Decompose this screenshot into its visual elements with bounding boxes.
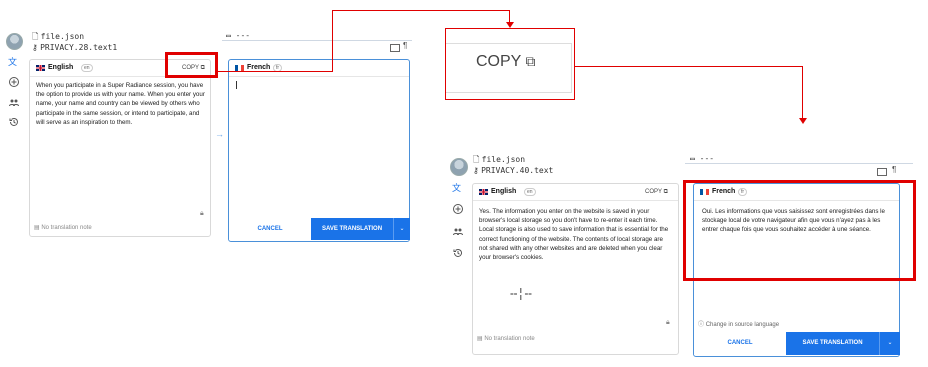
file-name-2: file.json <box>481 155 526 164</box>
uk-flag-icon-2 <box>479 189 488 195</box>
save-options-dropdown-2[interactable]: ⌄ <box>879 332 900 355</box>
save-options-dropdown[interactable]: ⌄ <box>393 218 410 240</box>
keyboard-icon[interactable] <box>390 44 400 52</box>
translation-note-2[interactable]: ▤ No translation note <box>477 335 535 342</box>
file-path-row: ⚷ PRIVACY.28.text1 <box>32 43 117 52</box>
avatar-2[interactable] <box>450 158 468 176</box>
translate-icon-2[interactable]: 文 <box>450 182 466 197</box>
save-translation-button-2[interactable]: SAVE TRANSLATION <box>786 332 879 355</box>
source-card-header-2: English en COPY ⧉ <box>473 184 678 201</box>
change-source-notice: ⓘ Change in source language <box>698 319 779 328</box>
connector-2-horizontal <box>575 66 803 67</box>
crosshair-cursor-icon: ╌╎╌ <box>510 287 532 301</box>
copy-icon-2: ⧉ <box>663 189 668 195</box>
file-icon: 🗋 <box>32 32 39 41</box>
source-card-2: English en COPY ⧉ Yes. The information y… <box>472 183 679 355</box>
source-card: English en COPY ⧉ When you participate i… <box>29 59 211 237</box>
copy-label-2: COPY <box>645 189 662 195</box>
file-icon-2: 🗋 <box>473 155 480 164</box>
key-icon-2: ⚷ <box>473 166 479 175</box>
lock-icon-2: 🔒︎ <box>666 319 670 326</box>
file-path-row-2: ⚷ PRIVACY.40.text <box>473 166 553 175</box>
connector-1-horizontal <box>332 10 510 11</box>
avatar[interactable] <box>6 33 23 50</box>
users-icon[interactable] <box>6 96 22 111</box>
zoom-copy-label: COPY <box>476 53 522 70</box>
connector-1-vertical <box>332 10 333 72</box>
target-language: French <box>247 64 271 71</box>
dashes-row-2: ▭ --- <box>690 154 714 163</box>
divider-line-2 <box>685 163 913 164</box>
arrow-right-icon: → <box>215 129 224 139</box>
connector-2-arrowhead <box>799 118 807 124</box>
left-rail: 文 <box>0 28 28 242</box>
dashes-label-2: --- <box>699 154 715 163</box>
folder-icon: ▭ <box>226 31 231 40</box>
uk-flag-icon <box>36 65 45 71</box>
keyboard-icon-2[interactable] <box>877 168 887 176</box>
dashes-row: ▭ --- <box>226 31 250 40</box>
cancel-button[interactable]: CANCEL <box>229 218 311 240</box>
history-icon-2[interactable] <box>450 247 466 262</box>
highlight-copy-box-1 <box>165 52 218 78</box>
folder-icon-2: ▭ <box>690 154 695 163</box>
dashes-label: --- <box>235 31 251 40</box>
svg-text:文: 文 <box>452 182 461 194</box>
svg-text:文: 文 <box>8 56 17 68</box>
history-icon[interactable] <box>6 116 22 131</box>
users-icon-2[interactable] <box>450 225 466 240</box>
key-icon: ⚷ <box>32 43 38 52</box>
zoom-copy-button: COPY ⧉ <box>476 53 536 71</box>
note-label: No translation note <box>41 225 92 231</box>
highlight-target-text-box <box>683 180 916 281</box>
cancel-button-2[interactable]: CANCEL <box>694 332 786 355</box>
file-name: file.json <box>40 32 85 41</box>
zoom-copy-icon: ⧉ <box>525 53 536 69</box>
connector-1-stub <box>218 71 333 72</box>
text-cursor <box>236 81 237 89</box>
translation-input[interactable] <box>230 77 408 215</box>
change-source-label: Change in source language <box>705 322 780 328</box>
lock-icon: 🔒︎ <box>200 210 204 217</box>
info-icon: ⓘ <box>698 322 705 328</box>
source-text-2: Yes. The information you enter on the we… <box>479 208 669 262</box>
translation-note[interactable]: ▤ No translation note <box>34 224 92 231</box>
paragraph-icon-2[interactable]: ¶ <box>892 165 896 174</box>
file-path-2: PRIVACY.40.text <box>481 166 554 175</box>
note-label-2: No translation note <box>484 336 535 342</box>
save-translation-button[interactable]: SAVE TRANSLATION <box>311 218 393 240</box>
add-circle-icon-2[interactable] <box>450 203 466 218</box>
file-path: PRIVACY.28.text1 <box>40 43 118 52</box>
connector-2-vertical <box>802 66 803 121</box>
source-language-code: en <box>81 64 93 72</box>
source-language-2: English <box>491 188 517 195</box>
add-circle-icon[interactable] <box>6 76 22 91</box>
target-card: French fr CANCEL SAVE TRANSLATION ⌄ <box>228 59 410 242</box>
left-rail-2: 文 <box>445 153 473 363</box>
source-text: When you participate in a Super Radiance… <box>36 82 205 126</box>
source-language: English <box>48 64 74 71</box>
zoom-panel: COPY ⧉ <box>445 28 575 100</box>
paragraph-icon[interactable]: ¶ <box>403 41 407 50</box>
note-icon-2: ▤ <box>477 336 483 342</box>
target-card-header: French fr <box>229 60 409 77</box>
copy-button-2[interactable]: COPY ⧉ <box>645 189 668 196</box>
translate-icon[interactable]: 文 <box>6 56 22 71</box>
source-language-code-2: en <box>524 188 536 196</box>
note-icon: ▤ <box>34 225 40 231</box>
divider-line <box>222 40 412 41</box>
